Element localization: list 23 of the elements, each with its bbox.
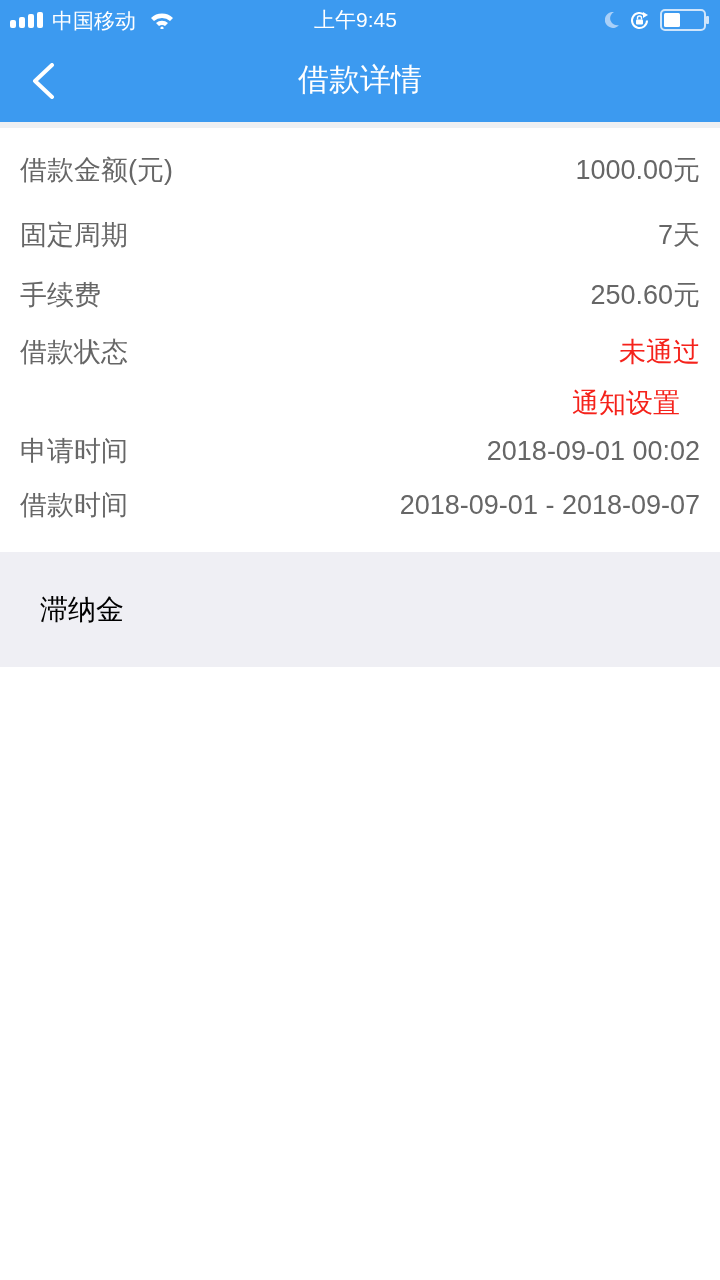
detail-value: 1000.00元 (575, 156, 700, 184)
page-title: 借款详情 (298, 61, 422, 99)
section-title: 滞纳金 (40, 595, 124, 624)
detail-label: 手续费 (20, 281, 101, 309)
detail-label: 借款状态 (20, 338, 128, 366)
detail-label: 借款金额(元) (20, 156, 173, 184)
moon-icon (605, 12, 619, 28)
detail-value: 250.60元 (590, 281, 700, 309)
wifi-icon (150, 11, 174, 29)
rotation-lock-icon (629, 9, 650, 31)
battery-icon (660, 9, 710, 31)
notification-settings-link[interactable]: 通知设置 (572, 389, 680, 417)
detail-label: 借款时间 (20, 491, 128, 519)
detail-label: 申请时间 (20, 437, 128, 465)
detail-value: 7天 (657, 221, 700, 249)
detail-label: 固定周期 (20, 221, 128, 249)
carrier-name: 中国移动 (52, 9, 136, 31)
status-value: 未通过 (619, 338, 700, 366)
detail-value: 2018-09-01 00:02 (486, 437, 700, 465)
signal-icon (10, 12, 44, 28)
back-chevron-icon (30, 63, 56, 99)
status-time: 上午9:45 (314, 8, 397, 32)
detail-value: 2018-09-01 - 2018-09-07 (399, 491, 700, 519)
